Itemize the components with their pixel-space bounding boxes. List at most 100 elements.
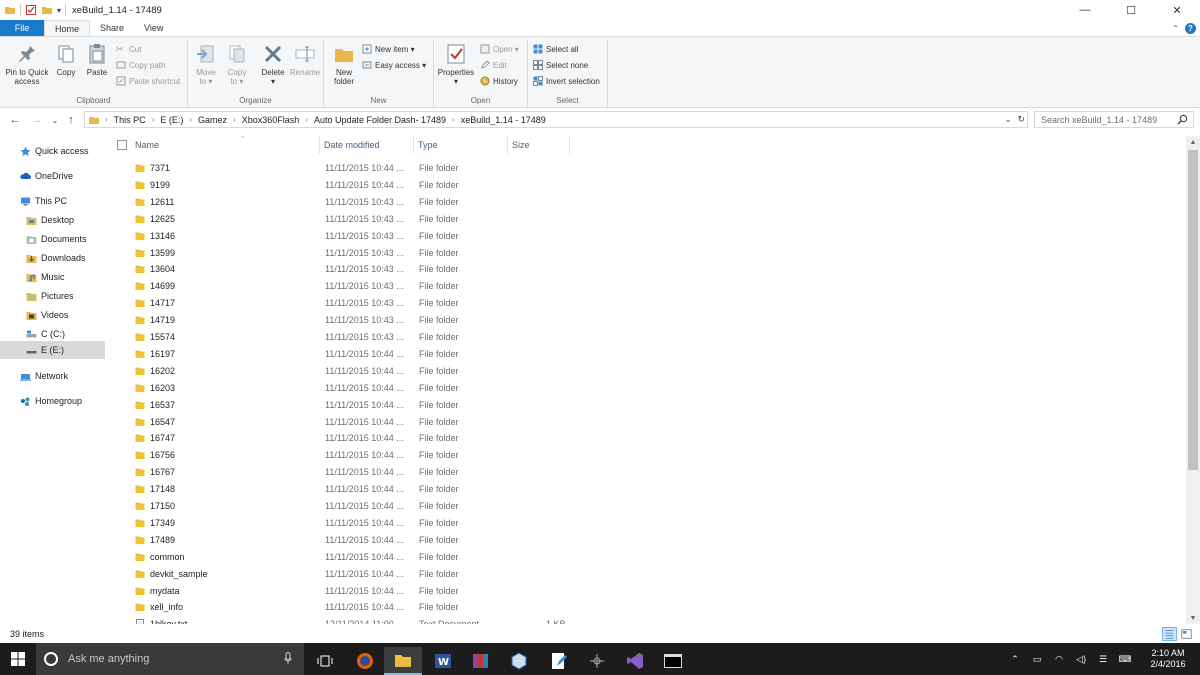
search-input[interactable]: Search xeBuild_1.14 - 17489: [1034, 111, 1194, 128]
maximize-button[interactable]: ☐: [1108, 0, 1154, 20]
cortana-search-box[interactable]: Ask me anything: [36, 643, 304, 675]
taskbar-virtualbox[interactable]: [500, 647, 538, 675]
nav-this-pc[interactable]: This PC: [0, 192, 105, 210]
table-row[interactable]: common 11/11/2015 10:44 ... File folder: [106, 549, 1186, 566]
breadcrumb-xbox360flash[interactable]: Xbox360Flash: [242, 115, 300, 125]
back-button[interactable]: ←: [6, 111, 24, 129]
properties-button[interactable]: Properties ▾: [436, 43, 476, 86]
table-row[interactable]: 17148 11/11/2015 10:44 ... File folder: [106, 481, 1186, 498]
table-row[interactable]: 16203 11/11/2015 10:44 ... File folder: [106, 380, 1186, 397]
nav-onedrive[interactable]: OneDrive: [0, 167, 105, 185]
select-none-button[interactable]: Select none: [533, 60, 588, 70]
taskbar-clock[interactable]: 2:10 AM 2/4/2016: [1136, 648, 1200, 670]
new-item-button[interactable]: New item ▾: [362, 44, 415, 54]
breadcrumb-auto-update[interactable]: Auto Update Folder Dash- 17489: [314, 115, 446, 125]
customize-toolbar-icon[interactable]: ▾: [57, 6, 61, 15]
table-row[interactable]: 16202 11/11/2015 10:44 ... File folder: [106, 363, 1186, 380]
start-button[interactable]: [0, 643, 36, 675]
forward-button[interactable]: →: [28, 111, 46, 129]
taskbar-notepad-edit[interactable]: [540, 647, 578, 675]
tab-home[interactable]: Home: [44, 20, 91, 36]
delete-button[interactable]: Delete ▾: [258, 43, 288, 86]
scroll-up-arrow-icon[interactable]: ▲: [1186, 136, 1200, 148]
large-icons-view-icon[interactable]: [1179, 627, 1194, 641]
easy-access-button[interactable]: Easy access ▾: [362, 60, 426, 70]
breadcrumb-xebuild[interactable]: xeBuild_1.14 - 17489: [461, 115, 546, 125]
copy-path-button[interactable]: Copy path: [116, 60, 165, 70]
copy-to-button[interactable]: Copy to ▾: [225, 43, 249, 86]
nav-videos[interactable]: Videos: [0, 306, 105, 324]
table-row[interactable]: 12611 11/11/2015 10:43 ... File folder: [106, 194, 1186, 211]
table-row[interactable]: 13604 11/11/2015 10:43 ... File folder: [106, 261, 1186, 278]
taskbar-tool[interactable]: [578, 647, 616, 675]
up-button[interactable]: ↑: [62, 111, 80, 129]
table-row[interactable]: 16547 11/11/2015 10:44 ... File folder: [106, 414, 1186, 431]
select-all-checkbox[interactable]: [117, 140, 127, 150]
keyboard-icon[interactable]: ⌨: [1114, 654, 1136, 665]
details-view-icon[interactable]: [1162, 627, 1177, 641]
nav-desktop[interactable]: Desktop: [0, 211, 105, 229]
rename-button[interactable]: Rename: [290, 43, 320, 77]
table-row[interactable]: 16747 11/11/2015 10:44 ... File folder: [106, 430, 1186, 447]
battery-icon[interactable]: ▭: [1026, 654, 1048, 665]
table-row[interactable]: mydata 11/11/2015 10:44 ... File folder: [106, 583, 1186, 600]
action-center-icon[interactable]: ☰: [1092, 654, 1114, 665]
table-row[interactable]: 12625 11/11/2015 10:43 ... File folder: [106, 211, 1186, 228]
address-bar[interactable]: › This PC › E (E:) › Gamez › Xbox360Flas…: [84, 111, 1028, 128]
nav-downloads[interactable]: Downloads: [0, 249, 105, 267]
volume-icon[interactable]: ◁): [1070, 654, 1092, 665]
copy-button[interactable]: Copy: [54, 43, 78, 77]
taskbar-word[interactable]: W: [424, 647, 462, 675]
pin-to-quick-access-button[interactable]: Pin to Quick access: [4, 43, 50, 86]
table-row[interactable]: 13146 11/11/2015 10:43 ... File folder: [106, 228, 1186, 245]
properties-check-icon[interactable]: [25, 4, 37, 16]
taskbar-visual-studio[interactable]: [616, 647, 654, 675]
nav-documents[interactable]: Documents: [0, 230, 105, 248]
table-row[interactable]: 17489 11/11/2015 10:44 ... File folder: [106, 532, 1186, 549]
nav-network[interactable]: Network: [0, 367, 105, 385]
table-row[interactable]: 15574 11/11/2015 10:43 ... File folder: [106, 329, 1186, 346]
column-header-name[interactable]: Name ^: [131, 136, 320, 154]
scroll-down-arrow-icon[interactable]: ▼: [1186, 612, 1200, 624]
close-button[interactable]: ✕: [1154, 0, 1200, 20]
nav-homegroup[interactable]: Homegroup: [0, 392, 105, 410]
table-row[interactable]: 16756 11/11/2015 10:44 ... File folder: [106, 447, 1186, 464]
nav-pictures[interactable]: Pictures: [0, 287, 105, 305]
breadcrumb-this-pc[interactable]: This PC: [114, 115, 146, 125]
table-row[interactable]: 17349 11/11/2015 10:44 ... File folder: [106, 515, 1186, 532]
new-folder-button[interactable]: New folder: [330, 43, 358, 86]
table-row[interactable]: devkit_sample 11/11/2015 10:44 ... File fo…: [106, 566, 1186, 583]
table-row[interactable]: 14719 11/11/2015 10:43 ... File folder: [106, 312, 1186, 329]
table-row[interactable]: 16537 11/11/2015 10:44 ... File folder: [106, 397, 1186, 414]
scrollbar-thumb[interactable]: [1188, 150, 1198, 470]
tab-view[interactable]: View: [134, 20, 173, 36]
nav-drive-e[interactable]: E (E:): [0, 341, 105, 359]
move-to-button[interactable]: Move to ▾: [194, 43, 218, 86]
taskbar-file-explorer[interactable]: [384, 647, 422, 675]
table-row[interactable]: 7371 11/11/2015 10:44 ... File folder: [106, 160, 1186, 177]
tab-file[interactable]: File: [0, 20, 44, 36]
invert-selection-button[interactable]: Invert selection: [533, 76, 600, 86]
taskbar-firefox[interactable]: [346, 647, 384, 675]
table-row[interactable]: xell_info 11/11/2015 10:44 ... File folder: [106, 599, 1186, 616]
table-row[interactable]: 14717 11/11/2015 10:43 ... File folder: [106, 295, 1186, 312]
paste-button[interactable]: Paste: [84, 43, 110, 77]
select-all-button[interactable]: Select all: [533, 44, 578, 54]
history-button[interactable]: History: [480, 76, 518, 86]
refresh-icon[interactable]: ↻: [1017, 114, 1025, 125]
table-row[interactable]: 1blkey.txt 12/11/2014 11:00 ... Text Docum…: [106, 616, 1186, 624]
tab-share[interactable]: Share: [90, 20, 134, 36]
minimize-button[interactable]: —: [1062, 0, 1108, 20]
task-view-button[interactable]: [306, 647, 344, 675]
new-folder-icon[interactable]: [41, 4, 53, 16]
taskbar-terminal[interactable]: [654, 647, 692, 675]
breadcrumb-drive-e[interactable]: E (E:): [160, 115, 183, 125]
nav-music[interactable]: Music: [0, 268, 105, 286]
column-header-size[interactable]: Size: [508, 136, 570, 154]
paste-shortcut-button[interactable]: Paste shortcut: [116, 76, 180, 86]
table-row[interactable]: 9199 11/11/2015 10:44 ... File folder: [106, 177, 1186, 194]
microphone-icon[interactable]: [284, 652, 292, 665]
breadcrumb-gamez[interactable]: Gamez: [198, 115, 227, 125]
column-header-date[interactable]: Date modified: [320, 136, 414, 154]
vertical-scrollbar[interactable]: ▲ ▼: [1186, 136, 1200, 624]
